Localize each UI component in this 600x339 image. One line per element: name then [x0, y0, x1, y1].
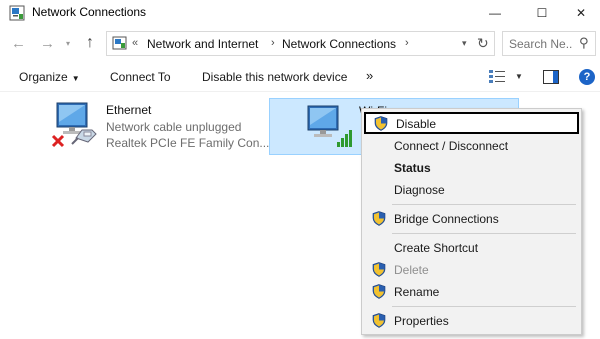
menu-item-label: Delete [394, 263, 429, 277]
change-view-icon[interactable] [489, 70, 505, 84]
address-bar[interactable]: « Network and Internet › Network Connect… [106, 31, 495, 56]
breadcrumb-network-connections[interactable]: Network Connections [282, 37, 396, 51]
maximize-button[interactable]: ☐ [519, 0, 565, 26]
breadcrumb-overflow[interactable]: « [132, 37, 138, 49]
title-bar: Network Connections — ☐ ✕ [0, 0, 600, 26]
ethernet-adapter-icon [51, 102, 97, 148]
command-bar: Organize ▼ Connect To Disable this networ… [0, 62, 600, 92]
uac-shield-icon [372, 262, 386, 277]
network-connections-icon [9, 5, 25, 21]
breadcrumb-separator[interactable]: › [271, 37, 275, 49]
adapter-name: Ethernet [106, 103, 152, 117]
search-box[interactable]: ⚲ [502, 31, 596, 56]
organize-button[interactable]: Organize ▼ [19, 70, 80, 84]
menu-item-label: Properties [394, 314, 449, 328]
menu-item-bridge-connections[interactable]: Bridge Connections [364, 208, 579, 229]
recent-locations-dropdown[interactable]: ▾ [66, 39, 70, 48]
adapter-ethernet[interactable]: Ethernet Network cable unplugged Realtek… [50, 100, 269, 156]
menu-item-label: Connect / Disconnect [394, 139, 509, 153]
organize-label: Organize [19, 70, 68, 84]
view-options-dropdown[interactable]: ▼ [515, 72, 523, 81]
navigation-bar: ← → ▾ ↑ « Network and Internet › Network… [0, 30, 600, 58]
menu-item-diagnose[interactable]: Diagnose [364, 179, 579, 200]
search-icon[interactable]: ⚲ [579, 35, 589, 51]
menu-item-label: Create Shortcut [394, 241, 479, 255]
close-button[interactable]: ✕ [562, 0, 600, 26]
help-icon[interactable]: ? [579, 69, 595, 85]
more-commands-button[interactable]: » [366, 68, 373, 83]
context-menu: Disable Connect / Disconnect Status Diag… [361, 108, 582, 335]
menu-item-delete[interactable]: Delete [364, 259, 579, 280]
breadcrumb-network-and-internet[interactable]: Network and Internet [147, 37, 258, 51]
breadcrumb-separator[interactable]: › [405, 37, 409, 49]
adapter-device: Realtek PCIe FE Family Con... [106, 136, 270, 150]
menu-item-label: Rename [394, 285, 440, 299]
network-folder-icon [112, 36, 127, 50]
uac-shield-icon [372, 211, 386, 226]
menu-item-status[interactable]: Status [364, 157, 579, 178]
menu-separator [392, 306, 576, 307]
menu-separator [392, 204, 576, 205]
red-x-icon [51, 134, 65, 148]
search-input[interactable] [509, 37, 573, 51]
menu-item-disable[interactable]: Disable [364, 112, 579, 134]
menu-item-label: Status [394, 161, 431, 175]
forward-button[interactable]: → [40, 35, 55, 52]
connect-to-button[interactable]: Connect To [110, 70, 171, 84]
signal-bars-icon [337, 130, 352, 147]
preview-pane-icon[interactable] [543, 70, 559, 84]
chevron-down-icon: ▼ [71, 74, 80, 83]
adapter-status: Network cable unplugged [106, 120, 242, 134]
uac-shield-icon [374, 116, 388, 131]
window-title: Network Connections [32, 5, 147, 19]
back-button[interactable]: ← [11, 35, 26, 52]
disable-device-button[interactable]: Disable this network device [202, 70, 347, 84]
uac-shield-icon [372, 313, 386, 328]
uac-shield-icon [372, 284, 386, 299]
minimize-button[interactable]: — [472, 0, 518, 26]
wifi-adapter-icon [307, 105, 352, 147]
up-button[interactable]: ↑ [86, 34, 94, 52]
menu-item-properties[interactable]: Properties [364, 310, 579, 331]
menu-separator [392, 233, 576, 234]
menu-item-rename[interactable]: Rename [364, 281, 579, 302]
menu-item-connect-disconnect[interactable]: Connect / Disconnect [364, 135, 579, 156]
menu-item-label: Disable [396, 117, 437, 131]
refresh-icon[interactable]: ↻ [477, 35, 489, 52]
menu-item-label: Diagnose [394, 183, 445, 197]
menu-item-label: Bridge Connections [394, 212, 499, 226]
menu-item-create-shortcut[interactable]: Create Shortcut [364, 237, 579, 258]
address-dropdown-button[interactable]: ▾ [462, 38, 467, 49]
